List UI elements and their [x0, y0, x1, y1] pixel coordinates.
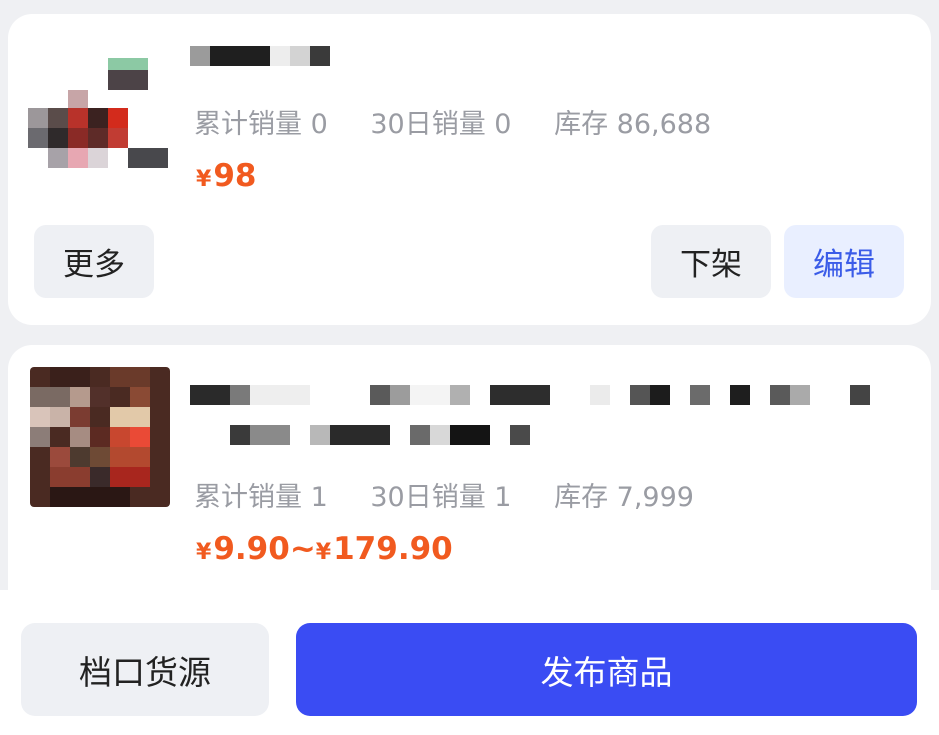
- publish-product-button[interactable]: 发布商品: [296, 623, 917, 716]
- product-price: ¥98: [196, 158, 256, 194]
- stall-source-button[interactable]: 档口货源: [21, 623, 269, 716]
- price-separator: ~: [289, 531, 316, 567]
- price-low: 9.90: [213, 531, 290, 567]
- product-thumbnail[interactable]: [30, 367, 170, 507]
- currency-symbol: ¥: [196, 167, 212, 192]
- sales-30d: 30日销量 1: [370, 482, 512, 513]
- product-price-range: ¥9.90~¥179.90: [196, 531, 453, 567]
- delist-button[interactable]: 下架: [651, 225, 771, 298]
- bottom-action-bar: 档口货源 发布商品: [0, 590, 939, 735]
- product-title-redacted: [190, 385, 900, 457]
- edit-button[interactable]: 编辑: [784, 225, 904, 298]
- product-title-redacted: [190, 46, 350, 70]
- total-sales: 累计销量 0: [194, 109, 328, 140]
- stock: 库存 86,688: [554, 109, 712, 140]
- total-sales: 累计销量 1: [194, 482, 328, 513]
- sales-stats: 累计销量 0 30日销量 0 库存 86,688: [194, 102, 745, 141]
- sales-stats: 累计销量 1 30日销量 1 库存 7,999: [194, 475, 728, 514]
- product-thumbnail[interactable]: [28, 58, 170, 174]
- more-button[interactable]: 更多: [34, 225, 154, 298]
- product-card[interactable]: 累计销量 0 30日销量 0 库存 86,688 ¥98 更多 下架 编辑: [8, 14, 931, 325]
- sales-30d: 30日销量 0: [370, 109, 512, 140]
- price-value: 98: [213, 158, 257, 194]
- price-high: 179.90: [333, 531, 453, 567]
- stock: 库存 7,999: [554, 482, 694, 513]
- currency-symbol: ¥: [196, 540, 212, 565]
- currency-symbol: ¥: [315, 540, 332, 565]
